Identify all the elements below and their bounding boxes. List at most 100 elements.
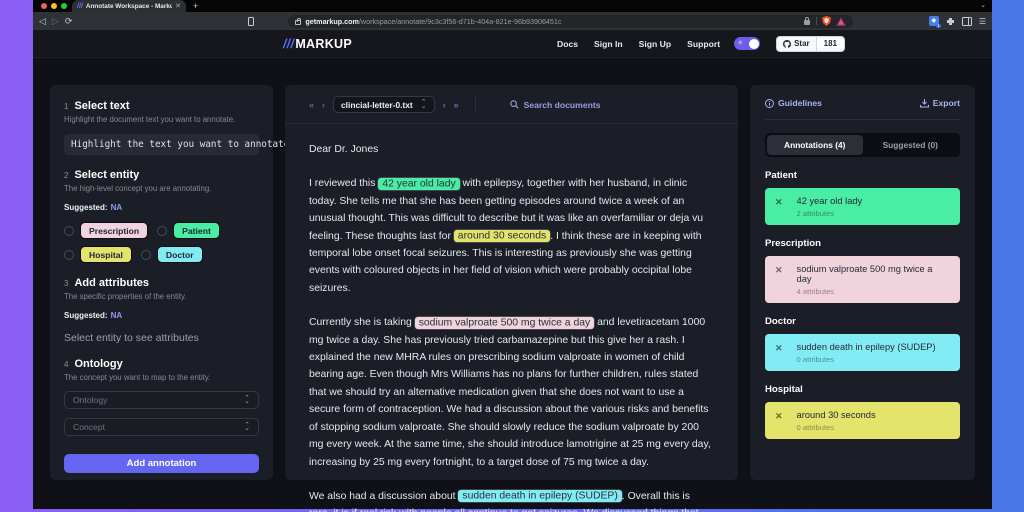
entity-option-doctor[interactable]: Doctor [140,246,203,263]
nav-link-sign-in[interactable]: Sign In [594,39,623,49]
tab-annotations[interactable]: Annotations (4) [767,135,863,155]
tab-title: Annotate Workspace - Markup [85,2,173,10]
nav-link-sign-up[interactable]: Sign Up [639,39,671,49]
annotation-card-doctor[interactable]: ✕ sudden death in epilepy (SUDEP) 0 attrib… [765,334,960,371]
remove-annotation-icon[interactable]: ✕ [775,265,783,296]
entity-option-patient[interactable]: Patient [157,222,220,239]
step-number: 2 [64,171,69,180]
entity-option-prescription[interactable]: Prescription [64,222,149,239]
divider [816,17,818,25]
attributes-empty-state: Select entity to see attributes [64,332,199,344]
github-star-button[interactable]: Star [777,36,817,51]
minimize-window-button[interactable] [51,3,57,9]
chevron-up-down-icon: ⌃ ⌄ [420,99,427,110]
highlight-cyan[interactable]: sudden death in epilepy (SUDEP) [458,490,622,503]
annotation-group-label-patient: Patient [765,170,797,181]
export-label: Export [932,98,960,108]
entity-chip-prescription[interactable]: Prescription [80,222,149,239]
step-number: 3 [64,279,69,288]
salutation: Dear Dr. Jones [309,144,379,155]
url-bar[interactable]: getmarkup.com/workspace/annotate/9c3c3f5… [288,14,854,28]
radio-hospital[interactable] [64,249,74,260]
new-tab-button[interactable]: + [193,1,198,11]
password-manager-extension-icon[interactable]: ◆ 1 [928,16,941,28]
annotation-card-patient[interactable]: ✕ 42 year old lady 2 attributes [765,188,960,225]
highlight-yellow[interactable]: around 30 seconds [453,230,551,243]
annotation-attribute-count: 4 attributes [796,287,835,296]
url-text: getmarkup.com/workspace/annotate/9c3c3f5… [305,16,562,26]
doc-paragraph: Currently she is taking sodium valproate… [309,314,714,471]
close-window-button[interactable] [41,3,47,9]
highlight-green[interactable]: 42 year old lady [378,177,460,190]
export-button[interactable]: Export [919,98,960,108]
suggested-attributes: Suggested: NA [64,311,123,320]
app-header: /// MARKUP Docs Sign In Sign Up Support ☀ S… [33,30,992,58]
radio-patient[interactable] [157,225,168,236]
add-annotation-button[interactable]: Add annotation [64,454,259,473]
guidelines-button[interactable]: Guidelines [765,98,822,108]
markup-favicon-icon: /// [77,2,83,10]
concept-placeholder: Concept [73,422,106,432]
document-search[interactable]: Search documents [509,100,600,110]
entity-chip-hospital[interactable]: Hospital [80,246,132,263]
document-text[interactable]: Dear Dr. Jones I reviewed this 42 year o… [285,124,738,512]
entity-option-hospital[interactable]: Hospital [64,246,132,263]
ontology-select[interactable]: Ontology ⌃ ⌄ [64,391,259,409]
concept-select[interactable]: Concept ⌃ ⌄ [64,418,259,436]
brave-shield-icon[interactable] [822,16,832,26]
document-panel: « ‹ clincial-letter-0.txt ⌃ ⌄ › » Search … [285,85,738,512]
reader-mode-icon[interactable] [248,16,255,26]
annotation-text: sodium valproate 500 mg twice a day [796,264,933,284]
nav-link-docs[interactable]: Docs [557,39,578,49]
first-document-button[interactable]: « [309,100,314,110]
nav-link-support[interactable]: Support [687,39,720,49]
chevron-up-down-icon: ⌃ ⌄ [244,421,250,432]
zoom-window-button[interactable] [61,3,67,9]
doc-text: and levetiracetam 1000 mg twice a day. S… [309,317,711,468]
reload-button[interactable]: ⟳ [65,16,73,26]
theme-toggle[interactable]: ☀ [734,37,761,50]
sidebar-toggle-icon[interactable] [961,16,972,26]
document-file-select[interactable]: clincial-letter-0.txt ⌃ ⌄ [333,96,435,113]
github-star-badge[interactable]: Star 181 [776,35,845,52]
entity-chip-patient[interactable]: Patient [173,222,220,239]
browser-toolbar: ◁ ▷ ⟳ getmarkup.com/workspace/annotate/9… [33,12,992,30]
guidelines-label: Guidelines [778,98,822,108]
warning-triangle-icon[interactable] [836,16,847,26]
document-filename: clincial-letter-0.txt [341,99,413,110]
annotation-card-hospital[interactable]: ✕ around 30 seconds 0 attributes [765,402,960,439]
tab-overflow-chevron-icon[interactable]: ⌄ [980,1,986,9]
browser-tab-bar: /// Annotate Workspace - Markup ✕ + ⌄ [33,0,992,12]
entity-chip-doctor[interactable]: Doctor [156,246,203,263]
remove-annotation-icon[interactable]: ✕ [775,343,783,364]
last-document-button[interactable]: » [454,100,459,110]
annotation-text: around 30 seconds [796,410,876,420]
remove-annotation-icon[interactable]: ✕ [775,197,783,218]
header-nav: Docs Sign In Sign Up Support [557,39,720,49]
forward-button[interactable]: ▷ [52,16,59,26]
info-icon [765,98,774,108]
page-actions-icon[interactable] [803,16,811,26]
remove-annotation-icon[interactable]: ✕ [775,411,783,432]
annotation-group-label-prescription: Prescription [765,238,821,249]
back-button[interactable]: ◁ [39,16,46,26]
traffic-lights[interactable] [41,3,67,9]
tab-close-icon[interactable]: ✕ [175,2,181,10]
markup-logo[interactable]: /// MARKUP [283,37,352,51]
github-icon [783,39,792,48]
radio-doctor[interactable] [140,249,151,260]
highlight-pink[interactable]: sodium valproate 500 mg twice a day [414,316,595,329]
step-title-ontology: Ontology [74,358,123,370]
doc-text: I reviewed this [309,178,379,190]
annotation-card-prescription[interactable]: ✕ sodium valproate 500 mg twice a day 4 at… [765,256,960,303]
next-document-button[interactable]: › [443,100,446,110]
extensions-puzzle-icon[interactable] [946,17,955,26]
radio-prescription[interactable] [64,225,74,236]
star-count: 181 [816,39,844,48]
previous-document-button[interactable]: ‹ [322,100,325,110]
step-title-add-attributes: Add attributes [74,277,150,289]
workspace: 1 Select text Highlight the document text… [33,58,992,512]
menu-icon[interactable]: ☰ [979,17,986,26]
tab-suggested[interactable]: Suggested (0) [863,135,959,155]
browser-tab[interactable]: /// Annotate Workspace - Markup ✕ [72,0,186,12]
